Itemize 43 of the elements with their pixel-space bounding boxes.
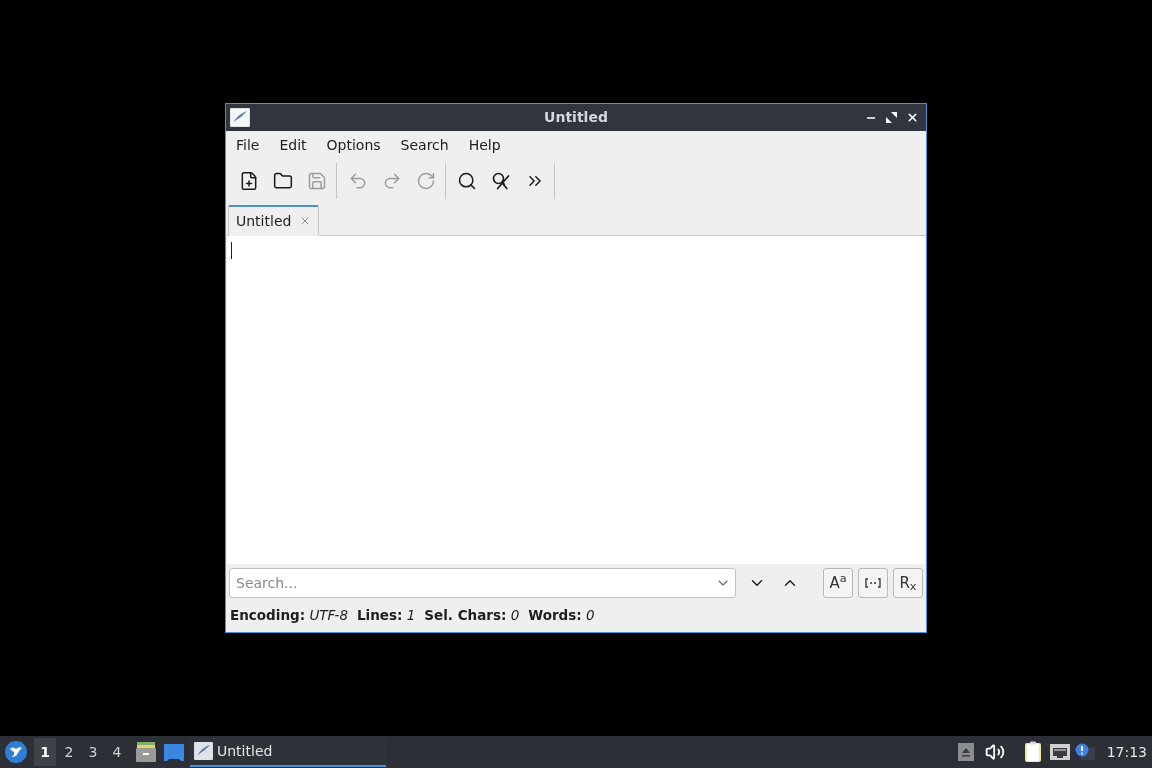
file-cabinet-icon[interactable] — [136, 742, 156, 762]
start-menu-icon[interactable] — [4, 740, 28, 764]
close-icon — [906, 111, 919, 124]
workspace-button[interactable]: 1 — [34, 738, 56, 766]
document-tab[interactable]: Untitled — [228, 205, 320, 236]
workspace-button[interactable]: 4 — [106, 738, 128, 766]
desktop-icon[interactable] — [164, 743, 184, 761]
eject-icon[interactable] — [957, 743, 974, 761]
menu-item[interactable]: Search — [390, 133, 459, 158]
window-title: Untitled — [544, 108, 608, 127]
workspace-button[interactable]: 3 — [82, 738, 104, 766]
text-cursor — [231, 242, 232, 259]
clipboard-icon[interactable] — [1023, 741, 1042, 763]
tab-label: Untitled — [236, 211, 292, 231]
menu-item[interactable]: Edit — [269, 133, 317, 158]
app-icon — [194, 742, 213, 760]
regex-button[interactable]: R$_{x}$ — [893, 568, 923, 598]
network-port-icon[interactable] — [1049, 744, 1070, 760]
match-case-button[interactable]: A$^{a}$ — [823, 568, 853, 598]
maximize-icon — [886, 112, 897, 123]
clock[interactable]: 17:13 — [1106, 741, 1147, 763]
new-file-icon — [239, 171, 259, 191]
workspace-button[interactable]: 2 — [58, 738, 80, 766]
menu-item[interactable]: File — [226, 133, 270, 158]
status-text: Lines: 1 — [357, 605, 416, 625]
volume-icon[interactable] — [984, 742, 1005, 762]
status-text: Encoding: UTF-8 — [230, 605, 348, 625]
maximize-button[interactable] — [884, 110, 899, 125]
reload-icon — [416, 171, 436, 191]
whole-word-icon — [865, 578, 881, 588]
whole-word-button[interactable] — [858, 568, 888, 598]
search-icon — [457, 171, 477, 191]
search-pen-icon — [491, 171, 511, 191]
redo-icon — [382, 171, 402, 191]
notification-icon[interactable] — [1074, 743, 1095, 761]
folder-icon — [273, 171, 293, 191]
menu-item[interactable]: Help — [458, 133, 511, 158]
search-field[interactable]: Search... — [229, 568, 736, 598]
status-text: Sel. Chars: 0 — [424, 605, 520, 625]
app-icon — [230, 108, 250, 127]
undo-icon — [348, 171, 368, 191]
menu-item[interactable]: Options — [316, 133, 391, 158]
status-text: Words: 0 — [528, 605, 595, 625]
